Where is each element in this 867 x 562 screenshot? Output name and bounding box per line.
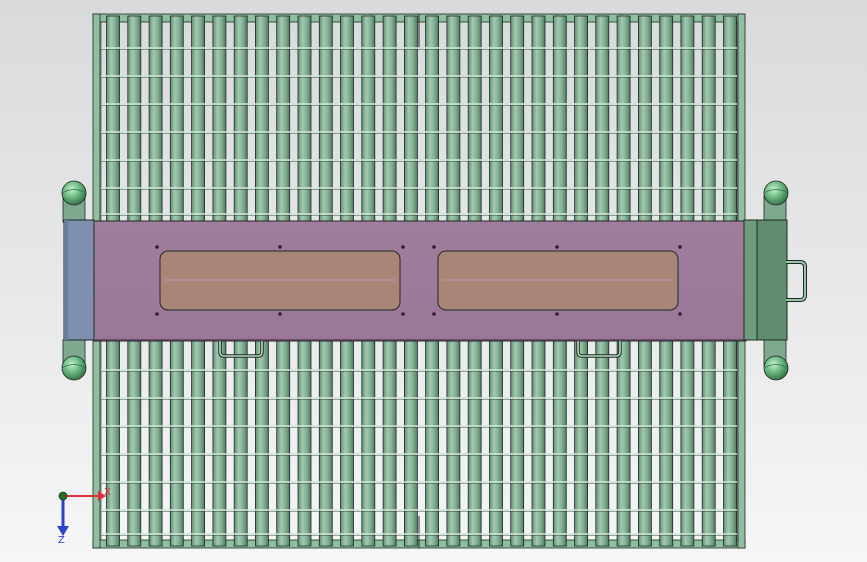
bolt: [401, 312, 405, 316]
bottom-roller: [212, 340, 227, 547]
top-roller: [233, 15, 248, 222]
bolt: [555, 245, 559, 249]
cad-viewport[interactable]: X Z: [0, 0, 867, 562]
top-roller: [403, 15, 418, 222]
bottom-roller: [276, 340, 291, 547]
bottom-roller: [403, 340, 418, 547]
bottom-roller: [595, 340, 610, 547]
bottom-roller: [191, 340, 206, 547]
top-roller: [191, 15, 206, 222]
bottom-roller: [169, 340, 184, 547]
right-end-plate-b: [756, 219, 788, 341]
bottom-roller: [148, 340, 163, 547]
bottom-roller: [701, 340, 716, 547]
bottom-roller: [297, 340, 312, 547]
top-roller: [254, 15, 269, 222]
top-roller: [531, 15, 546, 222]
bottom-roller: [106, 340, 120, 547]
top-roller: [510, 15, 525, 222]
bolt: [278, 312, 282, 316]
top-roller: [489, 15, 503, 222]
bolt: [155, 312, 159, 316]
bottom-roller: [680, 340, 695, 547]
top-roller: [425, 15, 440, 222]
bottom-roller: [574, 340, 588, 547]
top-roller: [680, 15, 695, 222]
top-roller: [638, 15, 652, 222]
bottom-roller: [616, 340, 631, 547]
bolt: [278, 245, 282, 249]
bottom-roller: [489, 340, 503, 547]
top-roller: [148, 15, 163, 222]
inspection-window-left[interactable]: [159, 250, 401, 311]
top-roller: [169, 15, 184, 222]
bottom-roller: [254, 340, 269, 547]
top-roller: [595, 15, 610, 222]
bottom-roller: [425, 340, 440, 547]
left-end-block[interactable]: [62, 195, 95, 367]
bottom-roller: [638, 340, 652, 547]
top-roller: [446, 15, 461, 222]
bolt: [678, 312, 682, 316]
top-roller: [361, 15, 376, 222]
top-roller: [467, 15, 482, 222]
bottom-roller: [723, 340, 737, 547]
bolt: [555, 312, 559, 316]
right-end-plate-a: [743, 219, 759, 341]
top-roller: [340, 15, 354, 222]
y-axis-dot-icon: [58, 491, 68, 501]
knob-bottom-right[interactable]: [763, 355, 789, 381]
bottom-roller: [340, 340, 354, 547]
bolt: [678, 245, 682, 249]
top-roller: [127, 15, 142, 222]
x-axis-label: X: [104, 487, 111, 498]
bolt: [401, 245, 405, 249]
bottom-roller: [552, 340, 567, 547]
bottom-roller: [233, 340, 248, 547]
bottom-roller: [382, 340, 397, 547]
bolt: [432, 312, 436, 316]
bottom-roller: [510, 340, 525, 547]
top-roller: [659, 15, 674, 222]
top-roller: [574, 15, 588, 222]
bottom-roller: [531, 340, 546, 547]
top-roller: [701, 15, 716, 222]
conveyor-model-view[interactable]: X Z: [0, 0, 867, 562]
bolt: [432, 245, 436, 249]
bottom-roller: [659, 340, 674, 547]
bottom-roller: [318, 340, 333, 547]
top-roller: [276, 15, 291, 222]
top-roller: [318, 15, 333, 222]
z-axis-label: Z: [58, 535, 65, 546]
bottom-roller: [467, 340, 482, 547]
left-end-plate-edge: [64, 220, 68, 340]
top-roller: [723, 15, 737, 222]
top-roller: [552, 15, 567, 222]
top-roller: [106, 15, 120, 222]
bolt: [155, 245, 159, 249]
left-end-plate: [63, 219, 95, 341]
knob-top-right[interactable]: [763, 180, 789, 206]
inspection-window-right[interactable]: [437, 250, 679, 311]
top-roller: [616, 15, 631, 222]
bottom-roller: [361, 340, 376, 547]
bottom-roller: [446, 340, 461, 547]
top-roller: [382, 15, 397, 222]
knob-top-left[interactable]: [61, 180, 87, 206]
bottom-roller: [127, 340, 142, 547]
top-roller: [212, 15, 227, 222]
knob-bottom-left[interactable]: [61, 355, 87, 381]
top-roller: [297, 15, 312, 222]
